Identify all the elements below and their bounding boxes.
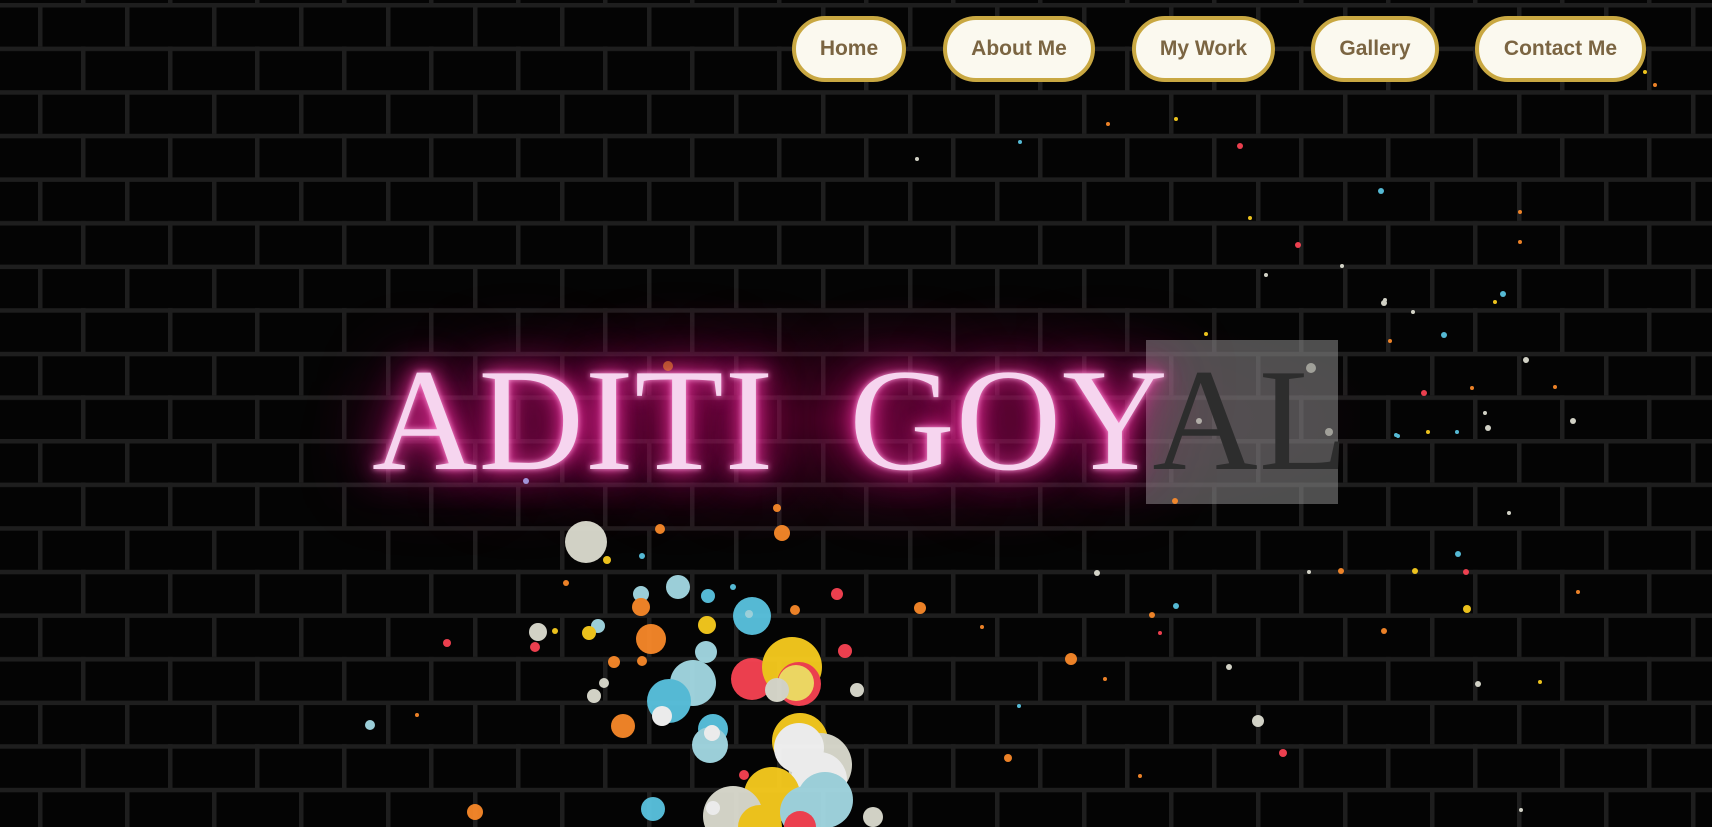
nav-about-me-button[interactable]: About Me bbox=[943, 16, 1095, 82]
hero-name-selected: AL bbox=[1152, 339, 1350, 501]
top-navigation: Home About Me My Work Gallery Contact Me bbox=[0, 16, 1712, 88]
nav-home-button[interactable]: Home bbox=[792, 16, 906, 82]
nav-contact-me-button[interactable]: Contact Me bbox=[1475, 16, 1646, 82]
hero-name-title: ADITI GOYAL bbox=[372, 345, 1349, 495]
hero-name-neon: ADITI GOY bbox=[372, 339, 1153, 501]
nav-gallery-button[interactable]: Gallery bbox=[1311, 16, 1439, 82]
nav-my-work-button[interactable]: My Work bbox=[1132, 16, 1275, 82]
page-background: Home About Me My Work Gallery Contact Me… bbox=[0, 0, 1712, 827]
